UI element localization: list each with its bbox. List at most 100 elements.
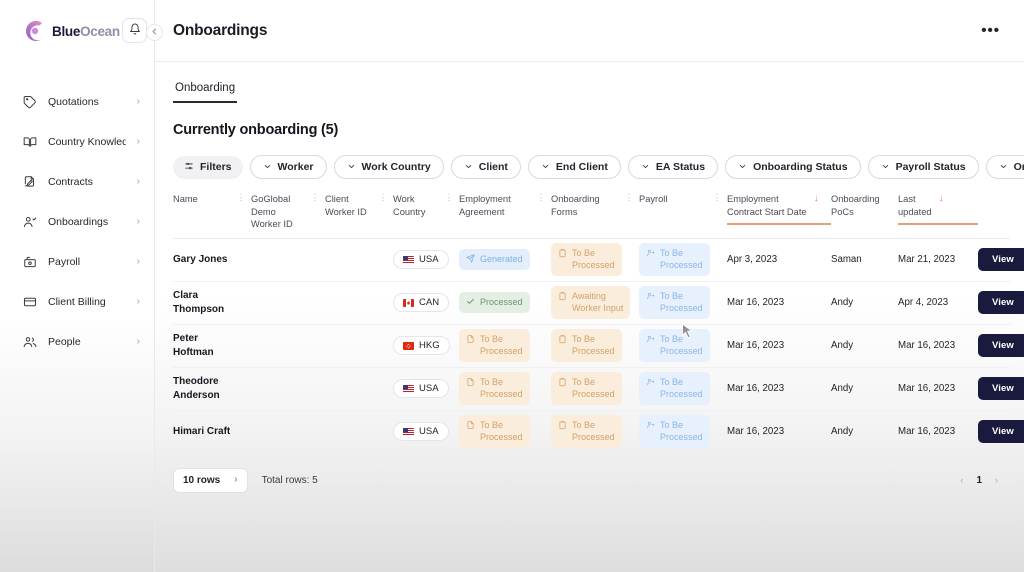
row-name-l1: Theodore — [173, 376, 219, 388]
filter-pill-work-country[interactable]: Work Country — [333, 155, 444, 179]
send-icon — [466, 254, 475, 264]
view-button[interactable]: View — [978, 291, 1024, 315]
sidebar-item-client-billing[interactable]: Client Billing › — [0, 288, 154, 315]
country-label: USA — [419, 383, 439, 395]
user-arrow-icon — [646, 291, 655, 301]
status-badge-onboarding-forms: Awaiting Worker Input — [551, 285, 631, 320]
filters-button[interactable]: Filters — [173, 155, 243, 179]
column-header-employment-agreement[interactable]: Employment Agreement ⋮ — [459, 191, 551, 218]
badge-text-l2: Processed — [480, 388, 523, 399]
more-options-button[interactable]: ••• — [979, 23, 1002, 39]
sort-handle-icon[interactable]: ⋮ — [237, 192, 252, 203]
column-header-name[interactable]: Name ⋮ — [173, 191, 251, 206]
cell-employment-agreement: To Be Processed — [459, 328, 551, 363]
column-header-work-country[interactable]: Work Country ⋮ — [393, 191, 459, 218]
notifications-button[interactable] — [122, 18, 147, 43]
page-number-1[interactable]: 1 — [976, 475, 982, 486]
sorted-column-underline — [898, 223, 978, 226]
prev-page-button[interactable]: ‹ — [960, 475, 963, 485]
cell-payroll: To Be Processed — [639, 242, 727, 277]
table-row[interactable]: Clara Thompson CAN Processed Awaiting Wo… — [173, 282, 1024, 325]
cell-name: Peter Hoftman — [173, 332, 251, 359]
badge-text-l2: Worker Input — [572, 302, 624, 313]
sidebar-item-label: Client Billing — [48, 295, 106, 308]
sidebar-item-quotations[interactable]: Quotations › — [0, 88, 154, 115]
doc-icon — [466, 377, 475, 387]
table-row[interactable]: Theodore Anderson USA To Be Processed To… — [173, 368, 1024, 411]
country-label: HKG — [419, 340, 440, 352]
col-label-l2: updated — [898, 206, 932, 217]
tab-bar: Onboarding — [173, 62, 1010, 103]
table-row[interactable]: Gary Jones USA Generated To Be Processed… — [173, 239, 1024, 282]
sort-handle-icon[interactable]: ⋮ — [445, 192, 460, 203]
cell-onboarding-pocs: Andy — [831, 297, 854, 309]
status-badge-payroll: To Be Processed — [639, 414, 710, 449]
sidebar-item-people[interactable]: People › — [0, 328, 154, 355]
cell-work-country: USA — [393, 250, 459, 270]
col-label-l2: PoCs — [831, 206, 854, 217]
tab-onboarding[interactable]: Onboarding — [173, 76, 238, 103]
filter-pill-label: End Client — [555, 161, 608, 173]
filter-pill-end-client[interactable]: End Client — [527, 155, 621, 179]
view-button[interactable]: View — [978, 420, 1024, 444]
column-header-onboarding-forms[interactable]: Onboarding Forms ⋮ — [551, 191, 639, 218]
cell-employment-agreement: Generated — [459, 248, 551, 271]
status-badge-onboarding-forms: To Be Processed — [551, 414, 622, 449]
filter-pill-worker[interactable]: Worker — [249, 155, 327, 179]
row-name-l2: Thompson — [173, 303, 225, 315]
chevron-right-icon: › — [136, 335, 140, 347]
sort-handle-icon[interactable]: ⋮ — [625, 192, 640, 203]
sidebar-item-onboardings[interactable]: Onboardings › — [0, 208, 154, 235]
next-page-button[interactable]: › — [995, 475, 998, 485]
cell-onboarding-forms: To Be Processed — [551, 414, 639, 449]
book-icon — [22, 134, 37, 149]
filter-pill-ea-status[interactable]: EA Status — [627, 155, 719, 179]
badge-text-l2: Processed — [660, 345, 703, 356]
sidebar-item-payroll[interactable]: Payroll › — [0, 248, 154, 275]
column-header-payroll[interactable]: Payroll ⋮ — [639, 191, 727, 206]
table-row[interactable]: Himari Craft USA To Be Processed To Be P… — [173, 411, 1024, 454]
filter-pill-payroll-status[interactable]: Payroll Status — [867, 155, 979, 179]
sort-desc-icon[interactable]: ↓ — [814, 193, 819, 204]
topbar: Onboardings ••• — [146, 0, 1024, 62]
status-badge-employment-agreement: To Be Processed — [459, 328, 530, 363]
view-button[interactable]: View — [978, 334, 1024, 358]
filter-pill-onboarding-pocs[interactable]: Onboarding PoCs — [985, 155, 1024, 179]
sidebar-item-country-knowledge[interactable]: Country Knowled... › — [0, 128, 154, 155]
filter-pill-client[interactable]: Client — [450, 155, 521, 179]
column-header-onboarding-pocs[interactable]: Onboarding PoCs — [831, 191, 898, 218]
card-icon — [22, 294, 37, 309]
main-area: Onboardings ••• Onboarding Currently onb… — [146, 0, 1024, 572]
check-icon — [466, 297, 475, 307]
country-pill: CAN — [393, 293, 450, 313]
flag-ca-icon — [403, 298, 414, 307]
column-header-last-updated[interactable]: Last updated ↓ — [898, 191, 978, 226]
sort-handle-icon[interactable]: ⋮ — [379, 192, 394, 203]
column-header-goglobal-worker-id[interactable]: GoGlobal Demo Worker ID ⋮ — [251, 191, 325, 231]
view-button[interactable]: View — [978, 377, 1024, 401]
sidebar-item-contracts[interactable]: Contracts › — [0, 168, 154, 195]
sort-desc-icon[interactable]: ↓ — [939, 193, 944, 204]
column-header-client-worker-id[interactable]: Client Worker ID ⋮ — [325, 191, 393, 218]
badge-text-l1: To Be — [660, 376, 684, 387]
filter-pill-label: Onboarding PoCs — [1013, 161, 1024, 173]
sort-handle-icon[interactable]: ⋮ — [713, 192, 728, 203]
cell-onboarding-forms: Awaiting Worker Input — [551, 285, 639, 320]
country-pill: USA — [393, 250, 449, 270]
table-row[interactable]: Peter Hoftman HKG To Be Processed To Be … — [173, 325, 1024, 368]
rows-per-page-select[interactable]: 10 rows › — [173, 467, 248, 493]
clipboard-icon — [558, 291, 567, 301]
badge-text-l1: To Be — [660, 333, 684, 344]
sidebar-item-label: Quotations — [48, 95, 99, 108]
sidebar-collapse-button[interactable] — [146, 24, 163, 41]
view-button[interactable]: View — [978, 248, 1024, 272]
sort-handle-icon[interactable]: ⋮ — [311, 192, 326, 203]
country-label: CAN — [419, 297, 440, 309]
cell-payroll: To Be Processed — [639, 328, 727, 363]
cell-contract-start-date: Mar 16, 2023 — [727, 383, 785, 395]
sort-handle-icon[interactable]: ⋮ — [537, 192, 552, 203]
filter-pill-onboarding-status[interactable]: Onboarding Status — [725, 155, 861, 179]
badge-text-l2: Processed — [572, 259, 615, 270]
status-badge-payroll: To Be Processed — [639, 371, 710, 406]
column-header-employment-contract-start-date[interactable]: Employment Contract Start Date ↓ — [727, 191, 831, 226]
